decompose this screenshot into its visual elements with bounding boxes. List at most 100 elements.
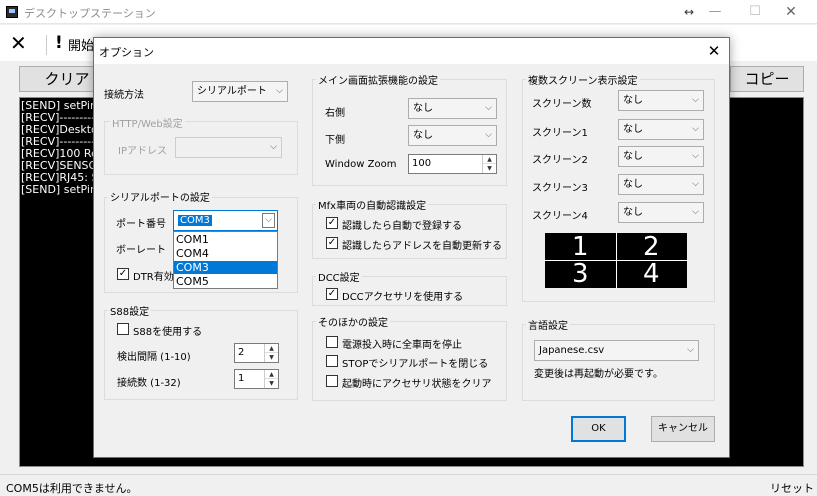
spin-up-icon[interactable]: ▲ xyxy=(265,344,278,353)
clear-accessory-label: 起動時にアクセサリ状態をクリア xyxy=(342,379,492,390)
language-value: Japanese.csv xyxy=(539,345,605,356)
screen3-value: なし xyxy=(623,179,643,190)
detect-interval-value: 2 xyxy=(238,347,245,358)
reset-link[interactable]: リセット xyxy=(770,480,814,496)
chevron-down-icon: ⌵ xyxy=(692,207,699,217)
close-serial-label: STOPでシリアルポートを閉じる xyxy=(342,359,489,370)
toolbar-close-icon[interactable]: ✕ xyxy=(10,31,27,55)
spin-up-icon[interactable]: ▲ xyxy=(265,370,278,379)
spin-up-icon[interactable]: ▲ xyxy=(483,155,496,164)
mfx-auto-update-label: 認識したらアドレスを自動更新する xyxy=(342,241,502,252)
cancel-button[interactable]: キャンセル xyxy=(651,416,715,442)
screen1-value: なし xyxy=(623,124,643,135)
port-option[interactable]: COM5 xyxy=(174,275,277,288)
close-serial-checkbox[interactable] xyxy=(326,355,338,367)
right-side-value: なし xyxy=(413,103,433,114)
mfx-auto-update-checkbox[interactable]: ✓ xyxy=(326,237,338,249)
dialog-title: オプション xyxy=(99,46,154,59)
chevron-down-icon: ⌵ xyxy=(485,130,492,140)
chevron-down-icon: ⌵ xyxy=(692,151,699,161)
diagram-divider xyxy=(616,233,617,288)
log-line: [RECV]RJ45: S xyxy=(21,172,99,184)
dtr-label: DTR有効 xyxy=(133,272,174,283)
screen2-select[interactable]: なし ⌵ xyxy=(618,146,704,167)
connection-method-select[interactable]: シリアルポート ⌵ xyxy=(192,81,288,102)
chevron-down-icon: ⌵ xyxy=(692,95,699,105)
screen-number-2: 2 xyxy=(643,232,660,262)
copy-button[interactable]: コピー xyxy=(730,66,804,92)
mfx-auto-register-checkbox[interactable]: ✓ xyxy=(326,217,338,229)
screen-layout-diagram: 1 2 3 4 xyxy=(545,233,687,288)
ip-address-select[interactable]: ⌵ xyxy=(175,137,282,158)
other-group-title: そのほかの設定 xyxy=(316,314,390,329)
screen-count-select[interactable]: なし ⌵ xyxy=(618,90,704,111)
log-line: [SEND] setPin xyxy=(21,100,97,112)
log-line: [RECV]SENSO xyxy=(21,160,98,172)
screen4-value: なし xyxy=(623,207,643,218)
port-number-value: COM3 xyxy=(178,215,212,226)
screen-number-4: 4 xyxy=(643,259,660,289)
screen2-label: スクリーン2 xyxy=(532,155,588,166)
log-line: [RECV]100 Re xyxy=(21,148,98,160)
screen4-select[interactable]: なし ⌵ xyxy=(618,202,704,223)
stop-all-checkbox[interactable] xyxy=(326,336,338,348)
minimize-button[interactable]: — xyxy=(700,2,730,22)
baud-rate-label: ボーレート xyxy=(116,245,166,256)
bottom-side-select[interactable]: なし ⌵ xyxy=(408,125,497,146)
right-side-select[interactable]: なし ⌵ xyxy=(408,98,497,119)
spin-down-icon[interactable]: ▼ xyxy=(265,353,278,362)
connection-count-value: 1 xyxy=(238,373,245,384)
stop-all-label: 電源投入時に全車両を停止 xyxy=(342,340,462,351)
bottom-side-value: なし xyxy=(413,130,433,141)
window-close-button[interactable]: ✕ xyxy=(776,2,806,22)
dialog-close-button[interactable]: ✕ xyxy=(702,41,726,61)
http-group-title: HTTP/Web設定 xyxy=(110,115,185,130)
window-zoom-stepper[interactable]: 100 ▲ ▼ xyxy=(408,154,497,174)
log-line: [SEND] setPin xyxy=(21,184,97,196)
connection-method-value: シリアルポート xyxy=(197,86,267,97)
chevron-down-icon: ⌵ xyxy=(276,86,283,96)
connection-count-stepper[interactable]: 1 ▲ ▼ xyxy=(234,369,279,389)
status-bar: COM5は利用できません。 リセット xyxy=(0,474,817,496)
detect-interval-stepper[interactable]: 2 ▲ ▼ xyxy=(234,343,279,363)
mfx-auto-register-label: 認識したら自動で登録する xyxy=(342,221,462,232)
right-side-label: 右側 xyxy=(325,108,345,119)
screen1-label: スクリーン1 xyxy=(532,128,588,139)
maximize-button[interactable]: ☐ xyxy=(740,2,770,22)
s88-enable-label: S88を使用する xyxy=(133,327,203,338)
port-option[interactable]: COM1 xyxy=(174,233,277,246)
chevron-down-icon: ⌵ xyxy=(485,103,492,113)
detect-interval-label: 検出間隔 (1-10) xyxy=(117,352,191,363)
clear-accessory-checkbox[interactable] xyxy=(326,375,338,387)
start-icon[interactable]: ! xyxy=(55,33,63,53)
screen3-select[interactable]: なし ⌵ xyxy=(618,174,704,195)
language-select[interactable]: Japanese.csv ⌵ xyxy=(534,340,699,361)
connection-count-label: 接続数 (1-32) xyxy=(117,378,181,389)
screen-number-3: 3 xyxy=(572,259,589,289)
ok-button[interactable]: OK xyxy=(571,416,626,442)
log-line: [RECV]----------- xyxy=(21,112,101,124)
connection-method-label: 接続方法 xyxy=(104,90,144,101)
dtr-checkbox[interactable]: ✓ xyxy=(117,268,129,280)
port-dropdown-list[interactable]: COM1 COM4 COM3 COM5 xyxy=(173,231,278,289)
app-icon xyxy=(6,6,18,18)
port-option[interactable]: COM4 xyxy=(174,247,277,260)
port-number-label: ポート番号 xyxy=(116,219,166,230)
dcc-group-title: DCC設定 xyxy=(316,269,362,284)
chevron-down-icon: ⌵ xyxy=(270,142,277,152)
toolbar-separator xyxy=(46,35,47,55)
port-option-selected[interactable]: COM3 xyxy=(174,261,277,274)
s88-enable-checkbox[interactable] xyxy=(117,323,129,335)
dcc-accessory-label: DCCアクセサリを使用する xyxy=(342,292,464,303)
log-line: [RECV]Deskto xyxy=(21,124,98,136)
dcc-accessory-checkbox[interactable]: ✓ xyxy=(326,288,338,300)
multiscreen-group-title: 複数スクリーン表示設定 xyxy=(526,72,640,87)
spin-down-icon[interactable]: ▼ xyxy=(265,379,278,388)
spin-down-icon[interactable]: ▼ xyxy=(483,164,496,173)
log-line: [RECV]----------- xyxy=(21,136,101,148)
screen1-select[interactable]: なし ⌵ xyxy=(618,119,704,140)
language-note: 変更後は再起動が必要です。 xyxy=(534,369,663,380)
bottom-side-label: 下側 xyxy=(325,135,345,146)
port-number-select[interactable]: COM3 ⌵ xyxy=(173,210,278,231)
start-button-label[interactable]: 開始 xyxy=(68,35,94,54)
